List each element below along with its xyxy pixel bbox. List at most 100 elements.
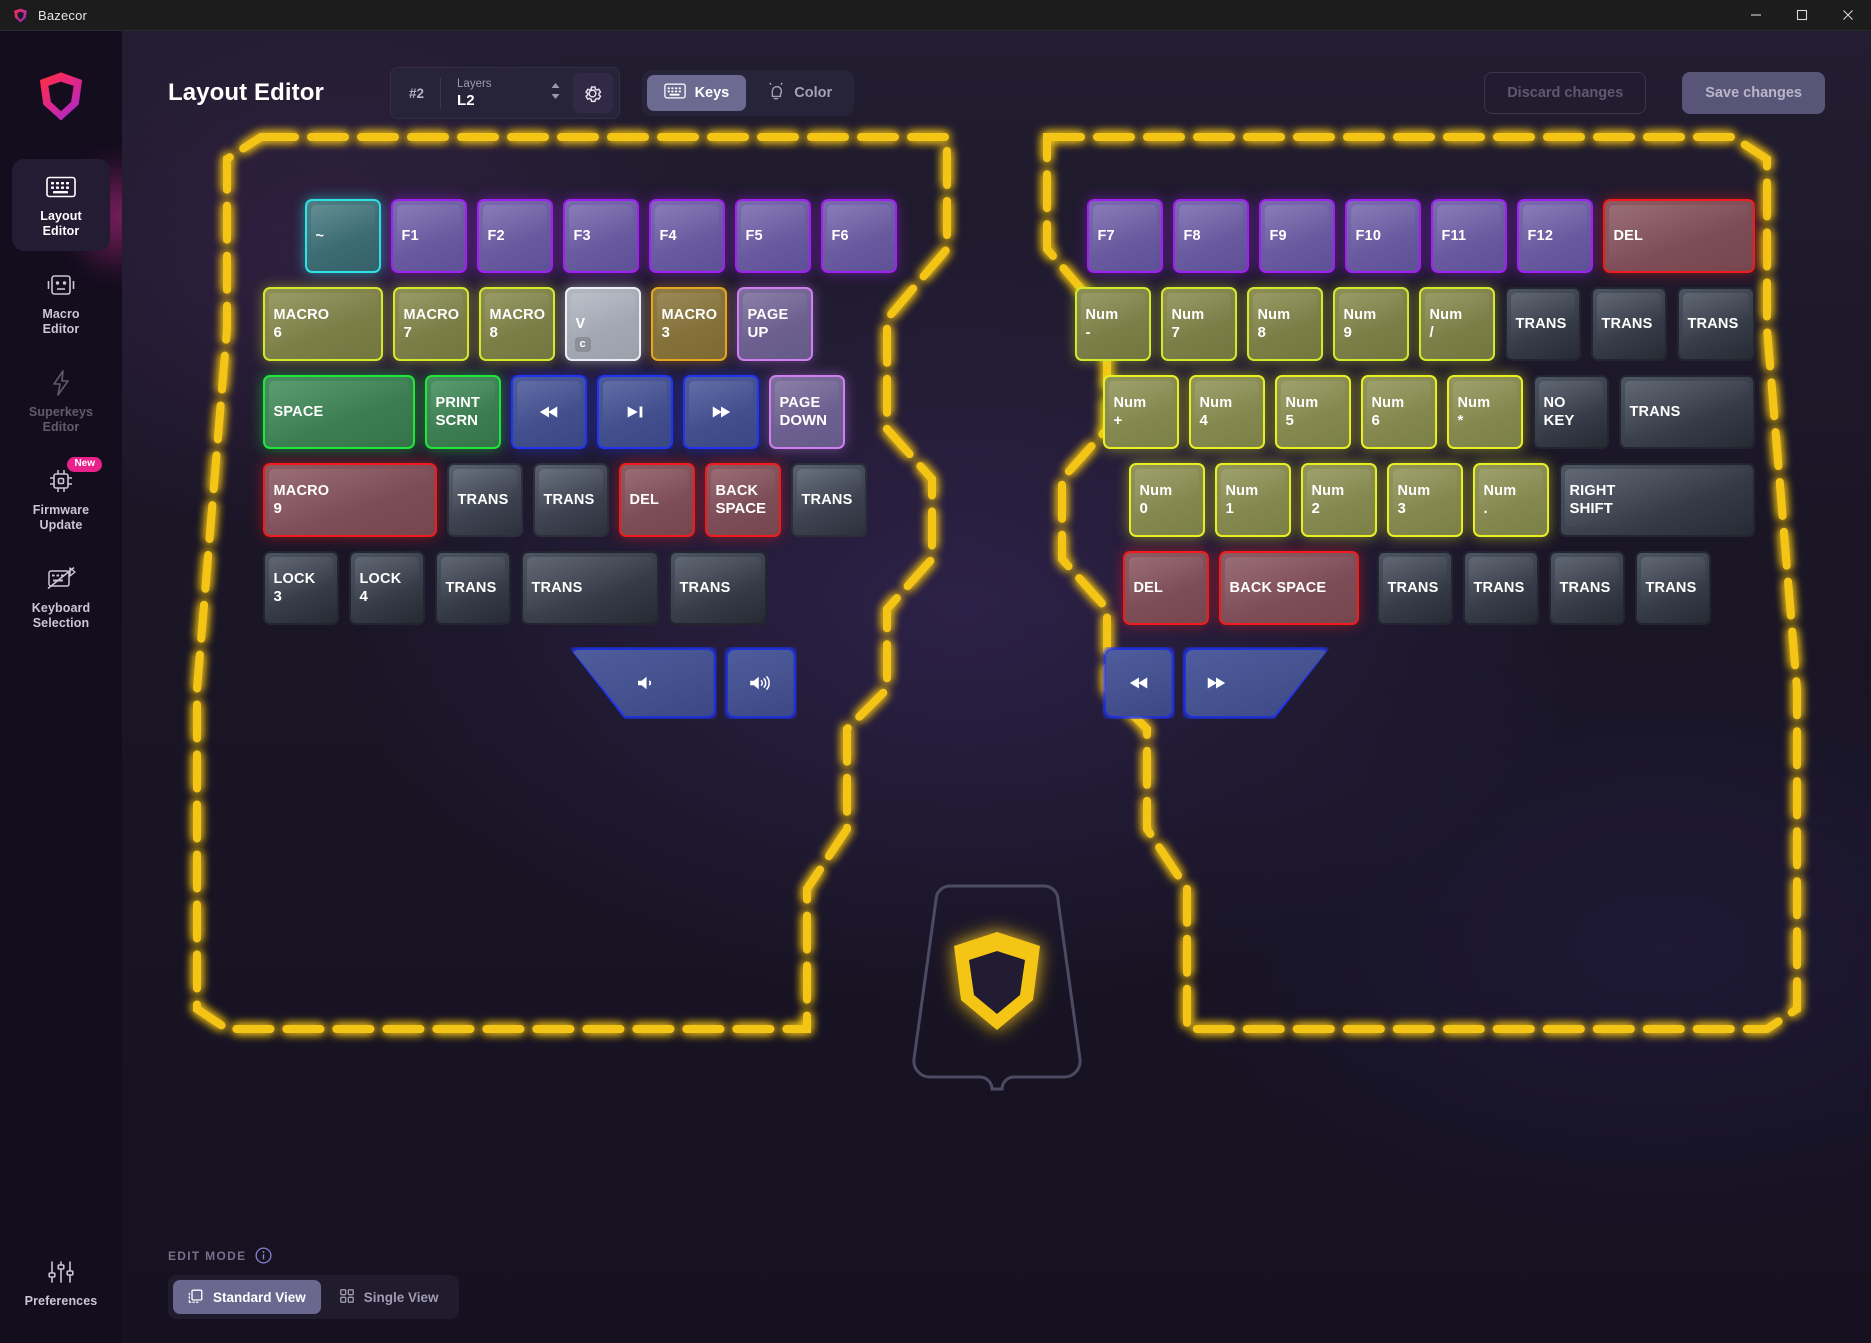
keyboard-key[interactable]: BACK SPACE	[704, 463, 781, 537]
keyboard-key[interactable]: SPACE	[262, 375, 415, 449]
keyboard-key[interactable]: TRANS	[1590, 287, 1667, 361]
keyboard-key[interactable]: TRANS	[434, 551, 511, 625]
keyboard-key[interactable]: TRANS	[532, 463, 609, 537]
keyboard-key[interactable]: BACK SPACE	[1218, 551, 1359, 625]
keyboard-key[interactable]: TRANS	[1462, 551, 1539, 625]
keyboard-key[interactable]: Num *	[1446, 375, 1523, 449]
key-label-primary: LOCK	[359, 570, 402, 587]
keyboard-key[interactable]: PRINT SCRN	[424, 375, 501, 449]
keyboard-key[interactable]: DEL	[1602, 199, 1755, 273]
keyboard-key[interactable]: F3	[562, 199, 639, 273]
window-titlebar: Bazecor	[0, 0, 1871, 31]
keyboard-key[interactable]: F9	[1258, 199, 1335, 273]
keyboard-key[interactable]: F10	[1344, 199, 1421, 273]
keyboard-key[interactable]: TRANS	[446, 463, 523, 537]
sidebar-item-preferences[interactable]: Preferences	[12, 1244, 110, 1321]
keyboard-key[interactable]: Num 9	[1332, 287, 1409, 361]
keyboard-key[interactable]: Num 2	[1300, 463, 1377, 537]
keyboard-key[interactable]	[510, 375, 587, 449]
key-label-primary: TRANS	[1473, 579, 1525, 596]
keyboard-key[interactable]: Num 0	[1128, 463, 1205, 537]
keyboard-key[interactable]: NO KEY	[1532, 375, 1609, 449]
keyboard-key[interactable]: PAGE DOWN	[768, 375, 845, 449]
keyboard-key[interactable]	[596, 375, 673, 449]
keyboard-key[interactable]: F2	[476, 199, 553, 273]
sidebar-item-firmware-update[interactable]: New Firmware Update	[12, 453, 110, 545]
keyboard-key[interactable]: Num 5	[1274, 375, 1351, 449]
chevron-updown-icon	[550, 81, 561, 106]
key-label-secondary: 5	[1285, 411, 1294, 429]
keyboard-key[interactable]: TRANS	[1634, 551, 1711, 625]
close-button[interactable]	[1825, 0, 1871, 31]
keyboard-key[interactable]: Num /	[1418, 287, 1495, 361]
key-label-primary: RIGHT	[1569, 482, 1616, 499]
keyboard-key[interactable]: Num +	[1102, 375, 1179, 449]
keyboard-key[interactable]: TRANS	[1548, 551, 1625, 625]
keyboard-key[interactable]: Num 7	[1160, 287, 1237, 361]
keyboard-key[interactable]: Num -	[1074, 287, 1151, 361]
keyboard-key[interactable]: MACRO 6	[262, 287, 383, 361]
keyboard-key[interactable]: Num 1	[1214, 463, 1291, 537]
info-icon[interactable]	[255, 1247, 272, 1264]
sidebar-item-layout-editor[interactable]: Layout Editor	[12, 159, 110, 251]
key-label-primary: MACRO	[273, 482, 330, 499]
keyboard-key[interactable]: F11	[1430, 199, 1507, 273]
keyboard-key[interactable]: PAGE UP	[736, 287, 813, 361]
tab-color[interactable]: Color	[750, 75, 849, 111]
keyboard-key[interactable]: TRANS	[1676, 287, 1755, 361]
keyboard-key[interactable]: LOCK 4	[348, 551, 425, 625]
sidebar-bottom: Preferences	[12, 1244, 110, 1321]
keyboard-key[interactable]: DEL	[1122, 551, 1209, 625]
sidebar-item-keyboard-selection[interactable]: Keyboard Selection	[12, 551, 110, 643]
keyboard-key[interactable]: Vc	[564, 287, 641, 361]
keyboard-key[interactable]: DEL	[618, 463, 695, 537]
keyboard-key[interactable]: TRANS	[1504, 287, 1581, 361]
standard-view-button[interactable]: Standard View	[173, 1280, 321, 1314]
keyboard-key[interactable]: ~	[304, 199, 381, 273]
keyboard-key[interactable]: MACRO 7	[392, 287, 469, 361]
keyboard-key[interactable]: F8	[1172, 199, 1249, 273]
keyboard-key[interactable]: F12	[1516, 199, 1593, 273]
keyboard-key[interactable]: TRANS	[1618, 375, 1755, 449]
key-label-secondary: SPACE	[715, 499, 767, 517]
keyboard-key[interactable]: TRANS	[1376, 551, 1453, 625]
keyboard-key[interactable]: F6	[820, 199, 897, 273]
keyboard-thumb-key[interactable]	[724, 647, 797, 719]
dygma-logo-icon	[39, 72, 83, 121]
rewind-icon	[1103, 647, 1175, 719]
keyboard-key[interactable]	[682, 375, 759, 449]
sidebar-item-superkeys-editor[interactable]: Superkeys Editor	[12, 355, 110, 447]
keyboard-key[interactable]: Num 3	[1386, 463, 1463, 537]
key-label-secondary: 9	[273, 499, 282, 517]
key-label-primary: V	[575, 315, 586, 332]
keyboard-thumb-key[interactable]	[1102, 647, 1175, 719]
keyboard-key[interactable]: RIGHT SHIFT	[1558, 463, 1755, 537]
layer-select[interactable]: Layers L2	[441, 78, 571, 109]
keyboard-key[interactable]: F4	[648, 199, 725, 273]
keyboard-key[interactable]: MACRO 3	[650, 287, 727, 361]
keyboard-key[interactable]: F1	[390, 199, 467, 273]
keyboard-key[interactable]: MACRO 9	[262, 463, 437, 537]
tab-keys[interactable]: Keys	[646, 75, 747, 111]
keyboard-key[interactable]: Num.	[1472, 463, 1549, 537]
keyboard-key[interactable]: LOCK 3	[262, 551, 339, 625]
keyboard-key[interactable]: TRANS	[520, 551, 659, 625]
discard-changes-button[interactable]: Discard changes	[1484, 72, 1647, 114]
keyboard-key[interactable]: TRANS	[668, 551, 767, 625]
layer-settings-button[interactable]	[572, 73, 613, 113]
key-label-secondary: 3	[1397, 499, 1406, 517]
keyboard-key[interactable]: Num 4	[1188, 375, 1265, 449]
keyboard-thumb-key[interactable]	[568, 647, 717, 719]
maximize-button[interactable]	[1779, 0, 1825, 31]
keyboard-key[interactable]: MACRO 8	[478, 287, 555, 361]
keyboard-key[interactable]: F7	[1086, 199, 1163, 273]
keyboard-key[interactable]: F5	[734, 199, 811, 273]
save-changes-button[interactable]: Save changes	[1682, 72, 1825, 114]
keyboard-key[interactable]: Num 8	[1246, 287, 1323, 361]
single-view-button[interactable]: Single View	[324, 1280, 454, 1314]
minimize-button[interactable]	[1733, 0, 1779, 31]
keyboard-thumb-key[interactable]	[1182, 647, 1331, 719]
sidebar-item-macro-editor[interactable]: Macro Editor	[12, 257, 110, 349]
keyboard-key[interactable]: Num 6	[1360, 375, 1437, 449]
keyboard-key[interactable]: TRANS	[790, 463, 867, 537]
